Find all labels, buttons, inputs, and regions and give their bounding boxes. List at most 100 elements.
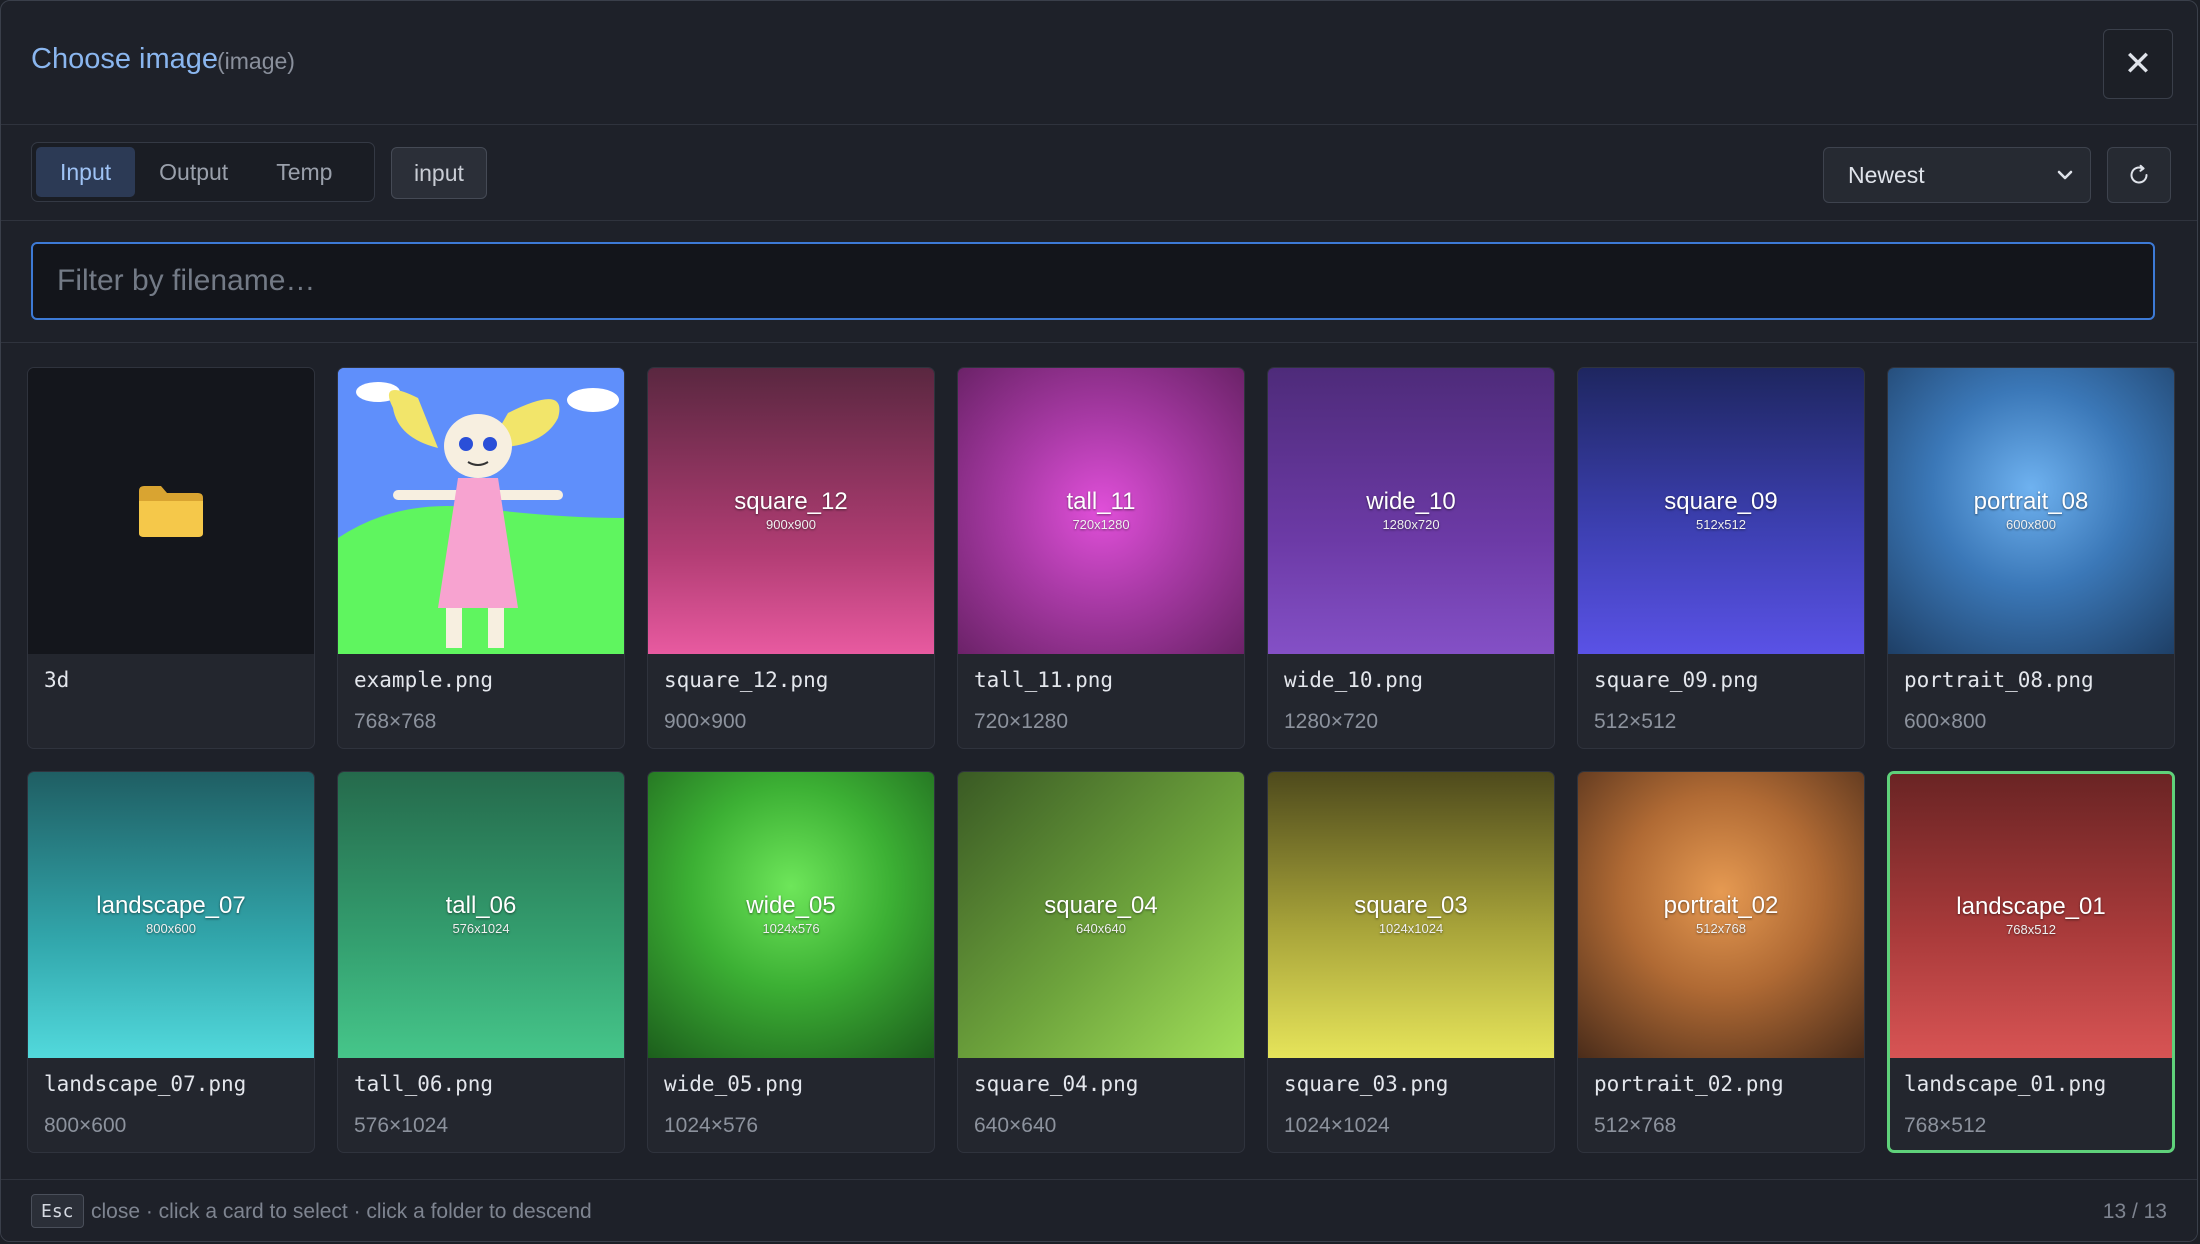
image-thumbnail: landscape_07 800x600: [28, 772, 314, 1058]
sort-select[interactable]: Newest: [1823, 147, 2091, 203]
image-thumbnail: tall_11 720x1280: [958, 368, 1244, 654]
card-filename: tall_06.png: [354, 1072, 494, 1096]
card-dimensions: 720×1280: [974, 710, 1069, 733]
sort-select-value: Newest: [1848, 161, 1925, 188]
thumbnail-dimensions: 800x600: [146, 921, 196, 936]
image-thumbnail: square_12 900x900: [648, 368, 934, 654]
thumbnail-label: square_03: [1354, 892, 1468, 919]
card-filename: landscape_01.png: [1904, 1072, 2107, 1096]
image-thumbnail: square_03 1024x1024: [1268, 772, 1554, 1058]
dialog-title: Choose image: [31, 43, 218, 75]
thumbnail-label: landscape_01: [1956, 893, 2106, 920]
folder-icon: [139, 486, 203, 537]
card-filename: square_09.png: [1594, 668, 1759, 692]
card-dimensions: 600×800: [1904, 710, 1987, 733]
thumbnail-dimensions: 768x512: [2006, 922, 2056, 937]
image-thumbnail: [338, 368, 624, 654]
card-dimensions: 640×640: [974, 1114, 1057, 1137]
card-filename: square_12.png: [664, 668, 829, 692]
tab-output[interactable]: Output: [135, 147, 252, 197]
chevron-down-icon: [2057, 170, 2073, 180]
image-thumbnail: tall_06 576x1024: [338, 772, 624, 1058]
thumbnail-label: portrait_08: [1973, 488, 2089, 515]
image-card[interactable]: square_12 900x900 square_12.png 900×900: [647, 367, 935, 749]
thumbnail-label: wide_10: [1366, 488, 1456, 515]
cartoon-girl-illustration: [338, 368, 624, 654]
card-dimensions: 576×1024: [354, 1114, 449, 1137]
image-card[interactable]: square_04 640x640 square_04.png 640×640: [957, 771, 1245, 1153]
image-card[interactable]: wide_10 1280x720 wide_10.png 1280×720: [1267, 367, 1555, 749]
card-filename: square_04.png: [974, 1072, 1139, 1096]
card-dimensions: 900×900: [664, 710, 747, 733]
card-dimensions: 1280×720: [1284, 710, 1379, 733]
thumbnail-dimensions: 720x1280: [1072, 517, 1130, 532]
image-card[interactable]: square_03 1024x1024 square_03.png 1024×1…: [1267, 771, 1555, 1153]
card-dimensions: 512×512: [1594, 710, 1677, 733]
thumbnail-label: landscape_07: [96, 892, 246, 919]
thumbnail-label: square_12: [734, 488, 848, 515]
dialog-subtitle: (image): [217, 48, 295, 74]
image-card[interactable]: square_09 512x512 square_09.png 512×512: [1577, 367, 1865, 749]
card-filename: portrait_02.png: [1594, 1072, 1784, 1096]
card-dimensions: 768×768: [354, 710, 437, 733]
card-filename: portrait_08.png: [1904, 668, 2094, 692]
card-filename: wide_05.png: [664, 1072, 804, 1096]
thumbnail-dimensions: 1024x576: [762, 921, 820, 936]
image-card[interactable]: tall_06 576x1024 tall_06.png 576×1024: [337, 771, 625, 1153]
path-breadcrumb-chip[interactable]: input: [391, 147, 487, 199]
thumbnail-label: portrait_02: [1663, 892, 1779, 919]
tab-temp[interactable]: Temp: [252, 147, 356, 197]
image-thumbnail: portrait_02 512x768: [1578, 772, 1864, 1058]
thumbnail-label: square_04: [1044, 892, 1158, 919]
image-thumbnail: square_09 512x512: [1578, 368, 1864, 654]
refresh-icon: [2130, 164, 2148, 184]
image-card[interactable]: portrait_02 512x768 portrait_02.png 512×…: [1577, 771, 1865, 1153]
thumbnail-dimensions: 1024x1024: [1378, 921, 1444, 936]
folder-thumbnail: [28, 368, 314, 654]
thumbnail-dimensions: 512x768: [1696, 921, 1746, 936]
card-filename: tall_11.png: [974, 668, 1114, 692]
esc-key-hint: Esc: [31, 1194, 84, 1228]
card-filename: wide_10.png: [1284, 668, 1424, 692]
thumbnail-dimensions: 1280x720: [1382, 517, 1440, 532]
close-icon: ✕: [2123, 45, 2153, 83]
card-dimensions: 768×512: [1904, 1114, 1987, 1137]
footer-hint: close · click a card to select · click a…: [91, 1200, 592, 1223]
image-card[interactable]: landscape_07 800x600 landscape_07.png 80…: [27, 771, 315, 1153]
card-dimensions: 1024×1024: [1284, 1114, 1390, 1137]
image-card-selected[interactable]: landscape_01 768x512 landscape_01.png 76…: [1887, 771, 2175, 1153]
card-filename: 3d: [44, 668, 70, 692]
thumbnail-dimensions: 512x512: [1696, 517, 1746, 532]
image-thumbnail: wide_05 1024x576: [648, 772, 934, 1058]
thumbnail-label: tall_11: [1066, 488, 1136, 515]
thumbnail-dimensions: 600x800: [2006, 517, 2056, 532]
image-card[interactable]: tall_11 720x1280 tall_11.png 720×1280: [957, 367, 1245, 749]
thumbnail-dimensions: 576x1024: [452, 921, 510, 936]
image-card[interactable]: example.png 768×768: [337, 367, 625, 749]
thumbnail-dimensions: 900x900: [766, 517, 816, 532]
image-grid: 3d example.png 768×768 square_12 900x900…: [27, 367, 2175, 1153]
card-filename: square_03.png: [1284, 1072, 1449, 1096]
close-button[interactable]: ✕: [2103, 29, 2173, 99]
tab-input[interactable]: Input: [36, 147, 136, 197]
dialog-footer: Esc close · click a card to select · cli…: [1, 1179, 2197, 1241]
card-dimensions: 1024×576: [664, 1114, 759, 1137]
image-thumbnail: portrait_08 600x800: [1888, 368, 2174, 654]
folder-card[interactable]: 3d: [27, 367, 315, 749]
refresh-button[interactable]: [2107, 147, 2171, 203]
card-filename: example.png: [354, 668, 494, 692]
dialog-header: Choose image (image) ✕: [1, 1, 2197, 125]
card-dimensions: 800×600: [44, 1114, 127, 1137]
thumbnail-label: tall_06: [445, 892, 517, 919]
image-thumbnail: square_04 640x640: [958, 772, 1244, 1058]
thumbnail-dimensions: 640x640: [1076, 921, 1126, 936]
image-card[interactable]: portrait_08 600x800 portrait_08.png 600×…: [1887, 367, 2175, 749]
filter-bar: [1, 221, 2197, 343]
card-dimensions: 512×768: [1594, 1114, 1677, 1137]
thumbnail-label: wide_05: [746, 892, 836, 919]
source-tabs: Input Output Temp: [31, 142, 375, 202]
image-card[interactable]: wide_05 1024x576 wide_05.png 1024×576: [647, 771, 935, 1153]
item-count: 13 / 13: [2102, 1200, 2167, 1223]
toolbar: Input Output Temp input Newest: [1, 125, 2197, 221]
filename-filter-input[interactable]: [31, 242, 2155, 320]
